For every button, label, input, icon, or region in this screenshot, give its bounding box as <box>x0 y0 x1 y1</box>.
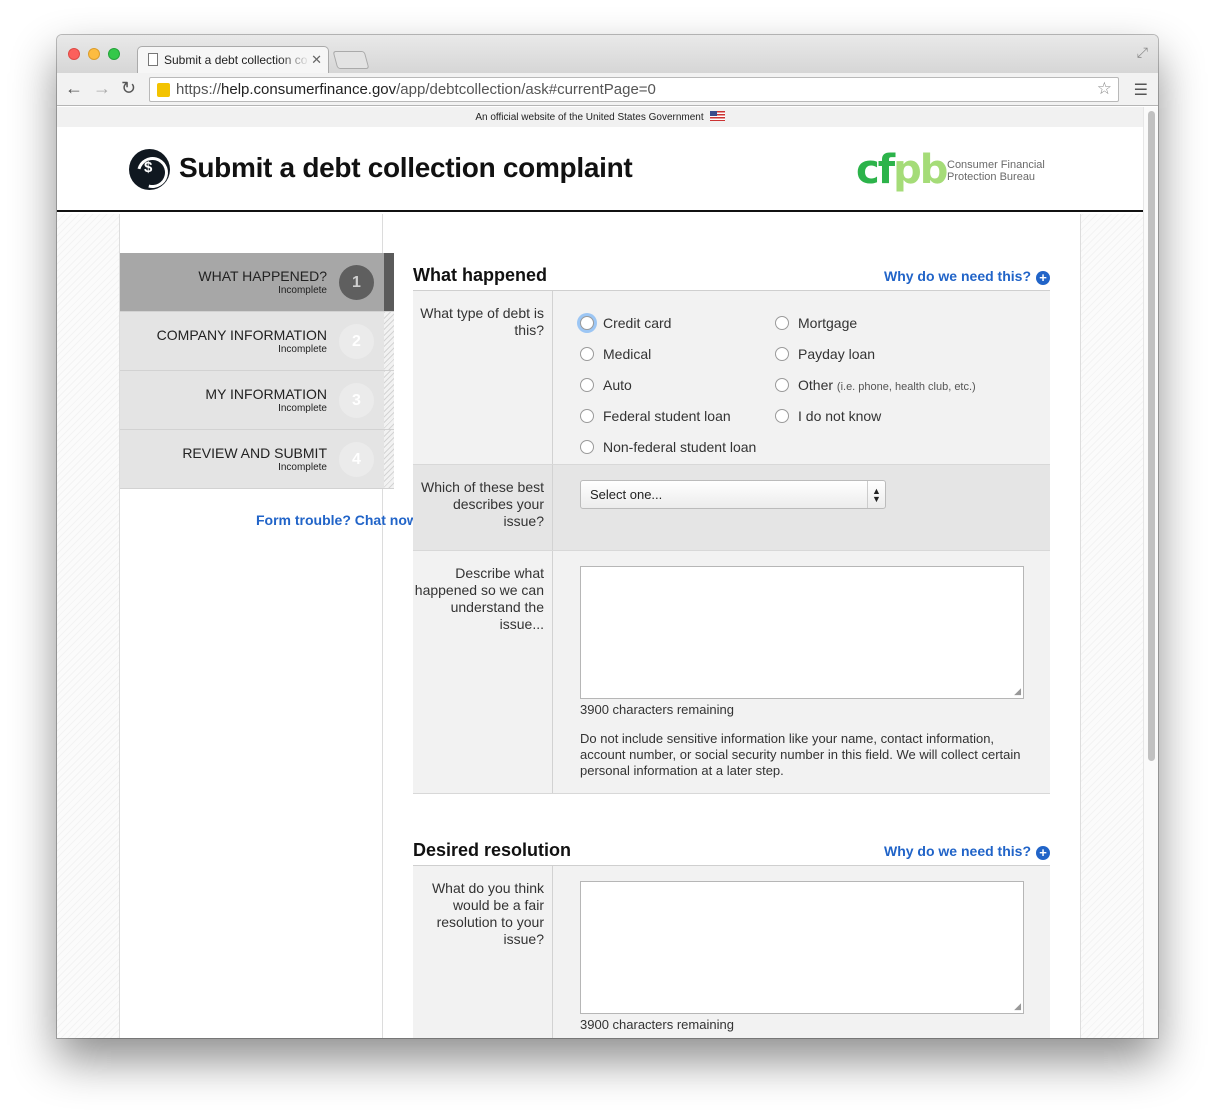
browser-window: Submit a debt collection co ✕ ⤢ ← → ↻ ht… <box>57 35 1158 1038</box>
browser-toolbar: ← → ↻ https://help.consumerfinance.gov/a… <box>57 73 1158 106</box>
resolution-textarea[interactable]: ◢ <box>580 881 1024 1014</box>
issue-label: Which of these best describes your issue… <box>421 479 544 529</box>
why-do-we-need-this-link[interactable]: Why do we need this? + <box>884 843 1050 860</box>
bureau-line-2: Protection Bureau <box>947 171 1036 183</box>
fullscreen-icon[interactable]: ⤢ <box>1137 44 1148 61</box>
debt-type-label: What type of debt is this? <box>420 305 544 338</box>
describe-char-count: 3900 characters remaining <box>580 702 734 717</box>
step-number: 1 <box>339 265 374 300</box>
step-status: Incomplete <box>278 403 327 414</box>
radio-label: I do not know <box>798 408 882 424</box>
browser-tab[interactable]: Submit a debt collection co ✕ <box>137 46 329 73</box>
radio-label: Credit card <box>603 315 672 331</box>
gov-banner: An official website of the United States… <box>57 107 1143 127</box>
section-header: Desired resolution Why do we need this? + <box>413 834 1050 866</box>
why-link-text: Why do we need this? <box>883 843 1031 859</box>
radio-label: Payday loan <box>798 346 876 362</box>
resize-grip-icon[interactable]: ◢ <box>1014 1001 1021 1012</box>
logo-pb: pb <box>893 147 948 193</box>
url-scheme: https:// <box>176 81 222 98</box>
resolution-row: What do you think would be a fair resolu… <box>413 866 1050 1038</box>
scrollbar-thumb[interactable] <box>1148 111 1155 761</box>
new-tab-button[interactable] <box>332 51 370 69</box>
address-bar[interactable]: https://help.consumerfinance.gov/app/deb… <box>149 77 1119 102</box>
warning-lock-icon[interactable] <box>157 83 170 97</box>
radio-label: Mortgage <box>798 315 858 331</box>
why-do-we-need-this-link[interactable]: Why do we need this? + <box>884 268 1050 285</box>
zoom-window-button[interactable] <box>108 48 120 60</box>
chat-now-link[interactable]: Form trouble? Chat now. <box>256 512 421 528</box>
minimize-window-button[interactable] <box>88 48 100 60</box>
vertical-scrollbar[interactable] <box>1143 107 1158 1038</box>
step-status: Incomplete <box>278 344 327 355</box>
step-status: Incomplete <box>278 462 327 473</box>
resolution-char-count: 3900 characters remaining <box>580 1017 734 1032</box>
cfpb-logo[interactable]: cfpb <box>856 147 948 193</box>
step-number: 2 <box>339 324 374 359</box>
tab-strip: Submit a debt collection co ✕ ⤢ <box>57 35 1158 73</box>
describe-textarea[interactable]: ◢ <box>580 566 1024 699</box>
bureau-line-1: Consumer Financial <box>947 159 1045 171</box>
describe-row: Describe what happened so we can underst… <box>413 551 1050 794</box>
debt-type-row: What type of debt is this? Credit card M… <box>413 291 1050 465</box>
section-title: Desired resolution <box>413 840 572 860</box>
what-happened-section: What happened Why do we need this? + What… <box>413 259 1050 794</box>
step-my-information[interactable]: MY INFORMATION Incomplete 3 <box>120 371 394 430</box>
page-viewport: An official website of the United States… <box>57 107 1143 1038</box>
issue-row: Which of these best describes your issue… <box>413 465 1050 551</box>
page-title: Submit a debt collection complaint <box>179 152 633 183</box>
radio-label: Non-federal student loan <box>603 439 757 455</box>
issue-select-value: Select one... <box>590 487 663 502</box>
gov-banner-text: An official website of the United States… <box>475 112 704 123</box>
step-what-happened[interactable]: WHAT HAPPENED? Incomplete 1 <box>120 253 394 312</box>
step-status: Incomplete <box>278 285 327 296</box>
reload-icon[interactable]: ↻ <box>121 78 136 99</box>
back-arrow-icon[interactable]: ← <box>65 78 83 99</box>
step-review-and-submit[interactable]: REVIEW AND SUBMIT Incomplete 4 <box>120 430 394 489</box>
url-path: /app/debtcollection/ask#currentPage=0 <box>396 81 656 98</box>
describe-note: Do not include sensitive information lik… <box>580 731 1021 778</box>
logo-cf: cf <box>856 147 895 193</box>
tab-close-icon[interactable]: ✕ <box>311 52 322 68</box>
radio-label: Federal student loan <box>603 408 731 424</box>
menu-icon[interactable]: ☰ <box>1134 80 1148 100</box>
step-company-information[interactable]: COMPANY INFORMATION Incomplete 2 <box>120 312 394 371</box>
site-header: Submit a debt collection complaint cfpb … <box>57 127 1143 212</box>
resize-grip-icon[interactable]: ◢ <box>1014 686 1021 697</box>
bookmark-star-icon[interactable]: ☆ <box>1097 79 1112 99</box>
us-flag-icon <box>709 111 725 121</box>
bureau-name: Consumer Financial Protection Bureau <box>947 159 1057 183</box>
main-content: WHAT HAPPENED? Incomplete 1 COMPANY INFO… <box>119 214 1081 1038</box>
forward-arrow-icon[interactable]: → <box>93 78 111 99</box>
radio-hint: (i.e. phone, health club, etc.) <box>836 381 976 393</box>
step-label: MY INFORMATION <box>205 386 327 402</box>
section-title: What happened <box>413 265 547 285</box>
step-label: COMPANY INFORMATION <box>156 327 327 343</box>
step-label: REVIEW AND SUBMIT <box>182 445 327 461</box>
step-number: 3 <box>339 383 374 418</box>
close-window-button[interactable] <box>68 48 80 60</box>
debt-collection-icon <box>129 149 170 190</box>
radio-label: Auto <box>603 377 632 393</box>
resolution-label: What do you think would be a fair resolu… <box>431 880 544 947</box>
plus-circle-icon: + <box>1036 271 1050 285</box>
describe-label: Describe what happened so we can underst… <box>414 565 544 632</box>
step-number: 4 <box>339 442 374 477</box>
issue-select[interactable]: Select one... ▲ ▼ <box>580 480 886 509</box>
why-link-text: Why do we need this? <box>883 268 1031 284</box>
radio-label: Medical <box>603 346 652 362</box>
page-icon <box>148 53 158 66</box>
section-header: What happened Why do we need this? + <box>413 259 1050 291</box>
plus-circle-icon: + <box>1036 846 1050 860</box>
select-arrows-icon: ▲ ▼ <box>867 481 885 508</box>
step-nav: WHAT HAPPENED? Incomplete 1 COMPANY INFO… <box>120 253 394 489</box>
step-label: WHAT HAPPENED? <box>198 268 327 284</box>
url-domain: help.consumerfinance.gov <box>221 81 397 98</box>
desired-resolution-section: Desired resolution Why do we need this? +… <box>413 834 1050 1038</box>
radio-label: Other <box>798 377 834 393</box>
